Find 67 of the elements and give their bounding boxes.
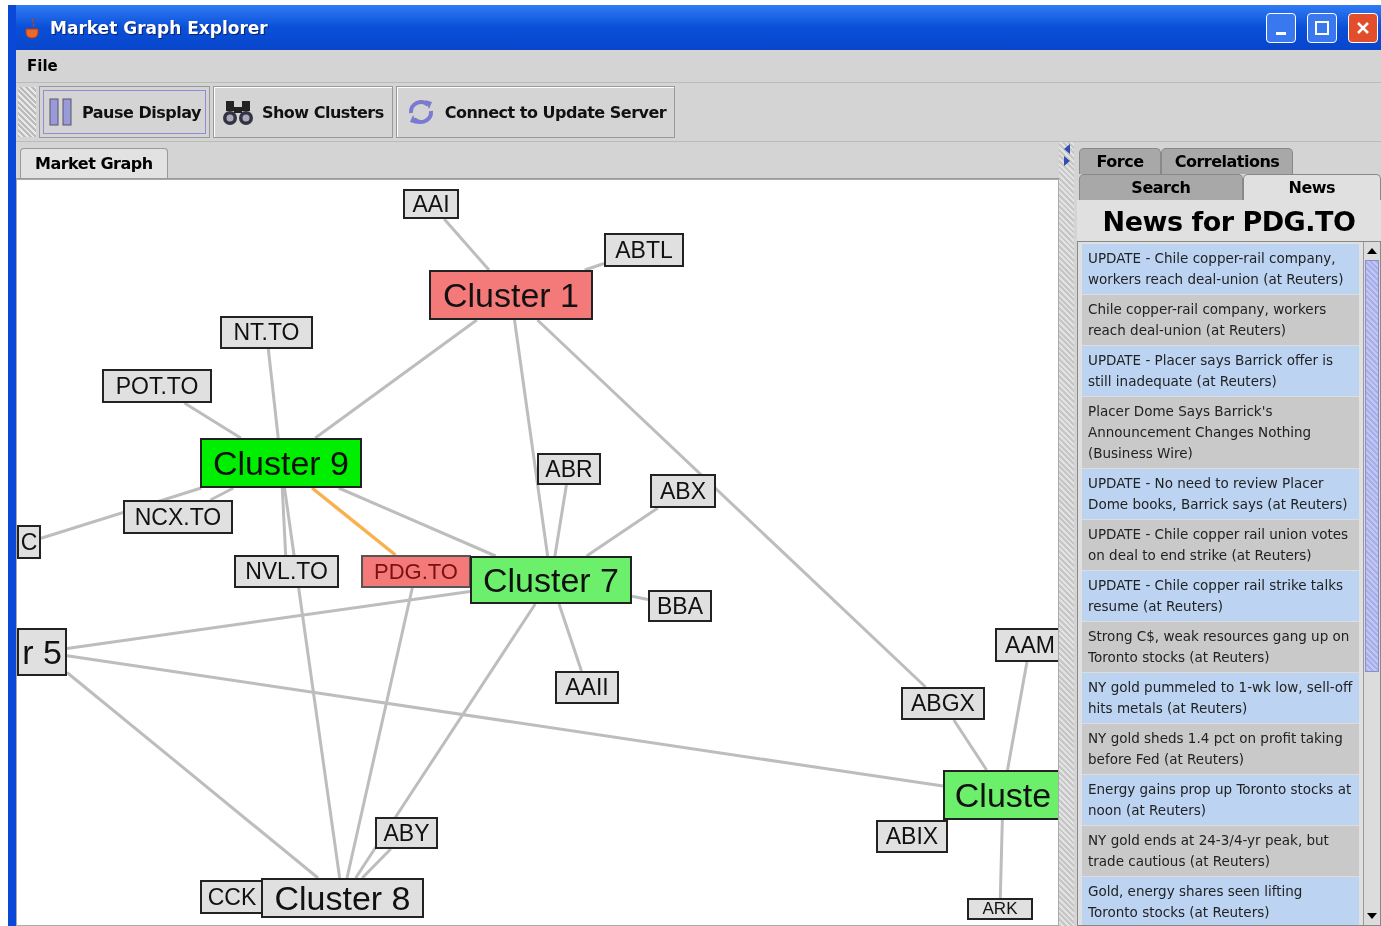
scroll-up-icon	[1367, 248, 1377, 254]
ticker-node[interactable]: ABTL	[604, 233, 684, 267]
ticker-node[interactable]: POT.TO	[102, 369, 212, 403]
toolbar-grip[interactable]	[18, 87, 36, 137]
graph-edge	[443, 218, 491, 271]
ticker-node[interactable]: NVL.TO	[234, 555, 339, 588]
toolbar-button[interactable]: Connect to Update Server	[395, 86, 676, 138]
news-item[interactable]: Chile copper-rail company, workers reach deal-union (at Reuters)	[1082, 295, 1359, 346]
collapse-arrows-icon	[1062, 142, 1071, 168]
ticker-node[interactable]: BBA	[648, 590, 712, 622]
toolbar-button[interactable]: Pause Display	[39, 86, 210, 138]
news-item[interactable]: Gold, energy shares seen lifting Toronto stocks (at Reuters)	[1082, 877, 1359, 925]
news-item[interactable]: Strong C$, weak resources gang up on Toronto stocks (at Reuters)	[1082, 622, 1359, 673]
graph-edge	[209, 486, 234, 502]
news-item[interactable]: UPDATE - Chile copper rail strike talks resume (at Reuters)	[1082, 571, 1359, 622]
ticker-node[interactable]: ABGX	[901, 687, 985, 720]
ticker-node[interactable]: CCK	[200, 880, 264, 914]
cluster-node[interactable]: r 5	[17, 628, 67, 676]
ticker-node[interactable]: ABX	[650, 474, 716, 508]
close-button[interactable]	[1348, 12, 1378, 43]
news-item[interactable]: UPDATE - Chile copper-rail company, workers reach deal-union (at Reuters)	[1082, 244, 1359, 295]
ticker-node[interactable]: C	[17, 525, 41, 559]
tab[interactable]: Market Graph	[20, 148, 168, 178]
cluster-node[interactable]: Cluste	[943, 770, 1058, 820]
scroll-down-icon	[1367, 913, 1377, 919]
maximize-icon	[1315, 20, 1329, 35]
ticker-node[interactable]: NCX.TO	[123, 500, 233, 534]
tab[interactable]: News	[1242, 174, 1381, 200]
news-item[interactable]: NY gold pummeled to 1-wk low, sell-off hits metals (at Reuters)	[1082, 673, 1359, 724]
tab[interactable]: Search	[1079, 174, 1243, 200]
graph-edge	[952, 719, 988, 771]
close-icon	[1357, 21, 1369, 34]
news-item[interactable]: UPDATE - No need to review Placer Dome books, Barrick says (at Reuters)	[1082, 469, 1359, 520]
ticker-node[interactable]: AAII	[555, 671, 619, 704]
ticker-node[interactable]: ABIX	[876, 820, 948, 853]
news-item[interactable]: Energy gains prop up Toronto stocks at noon (at Reuters)	[1082, 775, 1359, 826]
minimize-button[interactable]	[1266, 12, 1296, 43]
news-item[interactable]: NY gold ends at 24-3/4-yr peak, but trade cautious (at Reuters)	[1082, 826, 1359, 877]
cluster-node[interactable]: Cluster 9	[200, 438, 362, 488]
menu-item[interactable]: File	[21, 57, 64, 75]
ticker-node[interactable]: ABR	[537, 453, 601, 485]
ticker-node[interactable]: ARK	[967, 898, 1033, 920]
minimize-icon	[1276, 32, 1286, 35]
coffee-cup-icon	[24, 16, 42, 39]
maximize-button[interactable]	[1307, 12, 1337, 43]
graph-edge	[584, 262, 605, 272]
ticker-node[interactable]: AAI	[403, 189, 459, 219]
graph-edge	[183, 401, 242, 440]
scrollbar[interactable]	[1363, 242, 1380, 925]
news-item[interactable]: UPDATE - Placer says Barrick offer is still inadequate (at Reuters)	[1082, 346, 1359, 397]
tab[interactable]: Force	[1079, 148, 1161, 174]
ticker-node[interactable]: NT.TO	[220, 316, 313, 349]
cluster-node[interactable]: Cluster 7	[470, 556, 632, 604]
cluster-node[interactable]: Cluster 1	[429, 270, 593, 320]
news-item[interactable]: UPDATE - Chile copper rail union votes on deal to end strike (at Reuters)	[1082, 520, 1359, 571]
toolbar-button[interactable]: Show Clusters	[212, 86, 393, 138]
ticker-node[interactable]: ABY	[375, 817, 438, 849]
ticker-node[interactable]: AAM	[995, 628, 1058, 662]
news-item[interactable]: Placer Dome Says Barrick's Announcement Changes Nothing (Business Wire)	[1082, 397, 1359, 469]
tab[interactable]: Correlations	[1161, 148, 1293, 174]
news-heading: News for PDG.TO	[1077, 200, 1381, 241]
ticker-node[interactable]: PDG.TO	[361, 555, 471, 588]
pause-icon	[48, 97, 74, 127]
window-title: Market Graph Explorer	[50, 17, 268, 38]
cluster-node[interactable]: Cluster 8	[261, 878, 424, 918]
scroll-thumb[interactable]	[1365, 260, 1379, 672]
news-item[interactable]: NY gold sheds 1.4 pct on profit taking before Fed (at Reuters)	[1082, 724, 1359, 775]
